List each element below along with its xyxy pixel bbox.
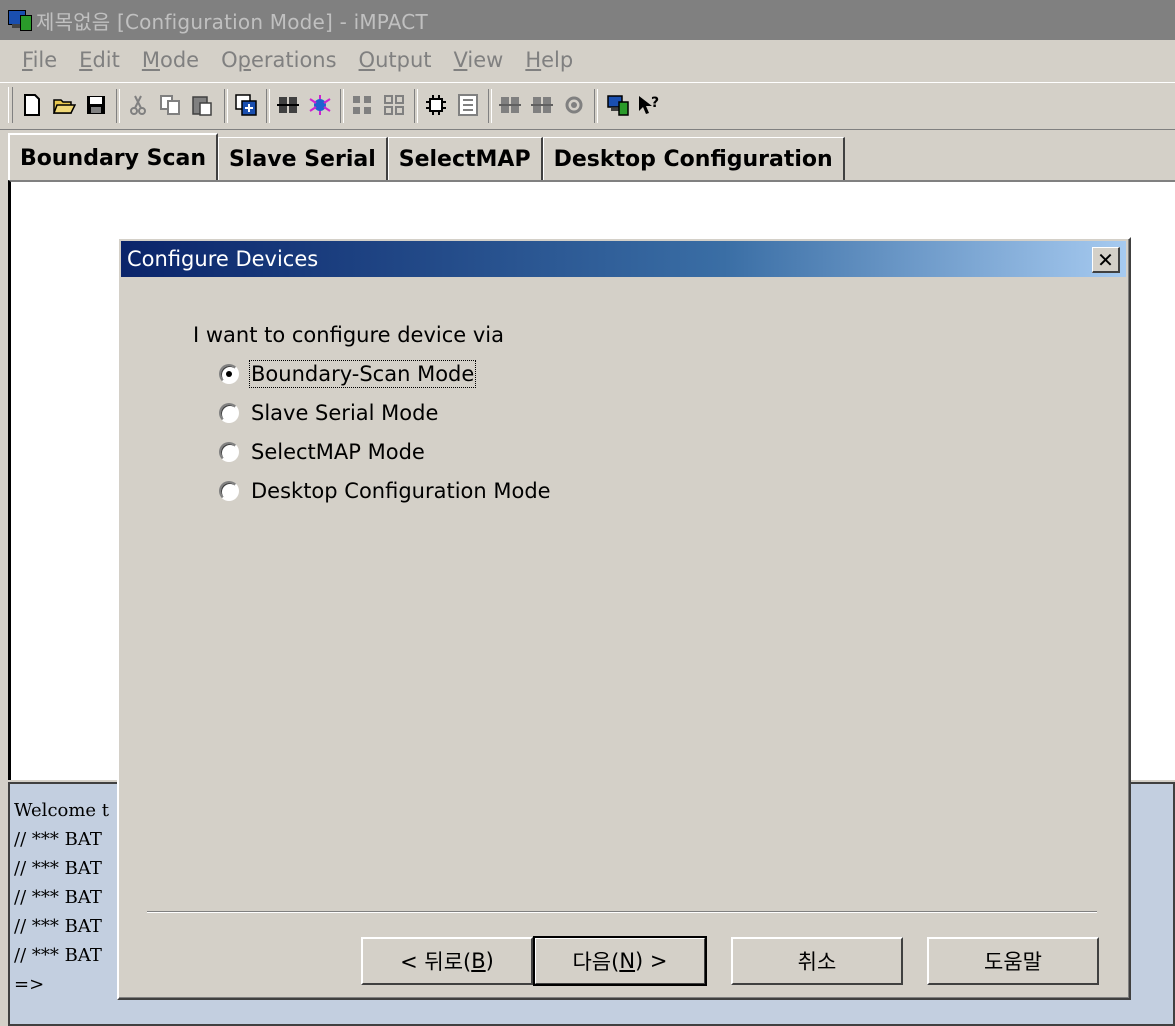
toolbar-separator [594,89,598,123]
impact-app-icon [8,9,32,31]
menu-view[interactable]: View [454,48,504,72]
menu-bar: File Edit Mode Operations Output View He… [0,40,1175,80]
radio-slave-serial-mode[interactable]: Slave Serial Mode [219,398,438,428]
toolbar-separator [414,89,418,123]
menu-mode[interactable]: Mode [142,48,199,72]
window-title-bar[interactable]: 제목없음 [Configuration Mode] - iMPACT [0,0,1175,40]
toolbar: ? [0,82,1175,130]
radio-selectmap-mode[interactable]: SelectMAP Mode [219,437,425,467]
chip-icon[interactable] [424,93,448,117]
back-button[interactable]: < 뒤로(B) [361,937,533,985]
radio-desktop-configuration-mode[interactable]: Desktop Configuration Mode [219,476,551,506]
toolbar-separator [224,89,228,123]
toolbar-separator [266,89,270,123]
paste-icon[interactable] [190,93,214,117]
bug-icon[interactable] [308,93,332,117]
context-help-icon[interactable]: ? [636,93,660,117]
dialog-close-button[interactable]: ✕ [1092,247,1120,273]
radio-button[interactable] [219,442,239,462]
window-title: 제목없음 [Configuration Mode] - iMPACT [36,9,428,34]
toolbar-grip[interactable] [8,87,13,123]
copy-icon[interactable] [158,93,182,117]
radio-label: Boundary-Scan Mode [248,360,477,388]
chain-left-icon[interactable] [498,93,522,117]
tab-selectmap[interactable]: SelectMAP [387,137,543,180]
open-icon[interactable] [52,93,76,117]
chain-icon[interactable] [276,93,300,117]
svg-text:?: ? [651,95,659,111]
tab-slave-serial[interactable]: Slave Serial [218,137,388,180]
menu-help[interactable]: Help [525,48,573,72]
next-button[interactable]: 다음(N) > [533,936,707,986]
radio-label: Slave Serial Mode [251,401,439,425]
dialog-divider [147,911,1097,913]
cut-icon[interactable] [126,93,150,117]
radio-button[interactable] [219,364,239,384]
tab-desktop-configuration[interactable]: Desktop Configuration [542,137,845,180]
radio-label: SelectMAP Mode [251,440,425,464]
dialog-prompt: I want to configure device via [193,323,505,347]
menu-edit[interactable]: Edit [79,48,120,72]
toolbar-separator [116,89,120,123]
menu-output[interactable]: Output [359,48,432,72]
device-program-icon[interactable] [234,93,258,117]
close-icon: ✕ [1097,247,1114,272]
configure-devices-dialog: Configure Devices ✕ I want to configure … [117,237,1131,1000]
tab-boundary-scan[interactable]: Boundary Scan [8,133,219,181]
dialog-title: Configure Devices [127,247,319,271]
dialog-title-bar[interactable]: Configure Devices ✕ [121,241,1126,277]
cancel-button[interactable]: 취소 [731,937,903,985]
toolbar-separator [340,89,344,123]
toolbar-separator [488,89,492,123]
new-icon[interactable] [20,93,44,117]
help-button[interactable]: 도움말 [927,937,1099,985]
grid-outline-icon[interactable] [382,93,406,117]
list-icon[interactable] [456,93,480,117]
radio-boundary-scan-mode[interactable]: Boundary-Scan Mode [219,359,477,389]
menu-file[interactable]: File [22,48,57,72]
grid-icon[interactable] [350,93,374,117]
chain-right-icon[interactable] [530,93,554,117]
impact-icon[interactable] [606,93,630,117]
save-icon[interactable] [84,93,108,117]
radio-label: Desktop Configuration Mode [251,479,551,503]
radio-button[interactable] [219,481,239,501]
gear-icon[interactable] [562,93,586,117]
mode-tabs: Boundary Scan Slave Serial SelectMAP Des… [8,133,845,181]
menu-operations[interactable]: Operations [221,48,336,72]
radio-button[interactable] [219,403,239,423]
